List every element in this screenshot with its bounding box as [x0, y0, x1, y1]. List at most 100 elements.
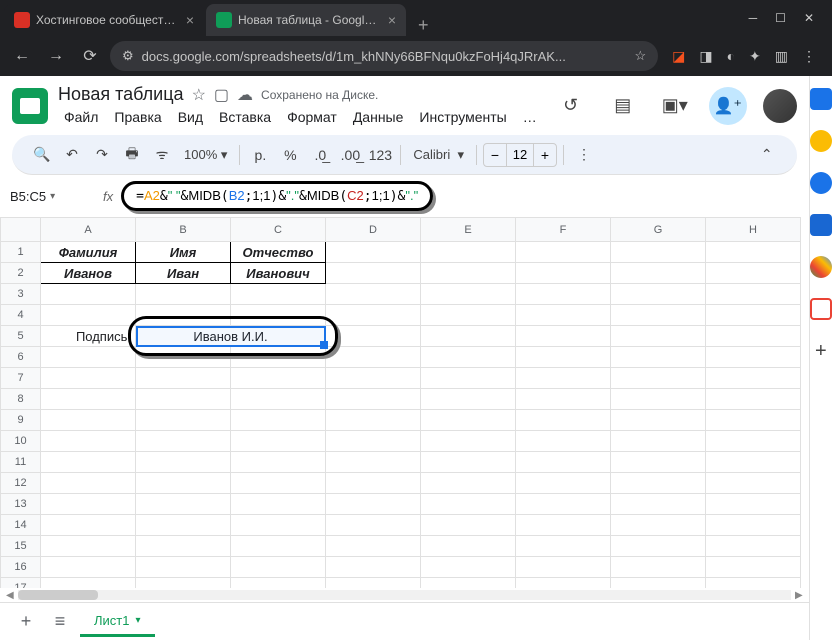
cell-C12[interactable] — [231, 473, 326, 494]
cell-B4[interactable] — [136, 305, 231, 326]
cell-B17[interactable] — [136, 578, 231, 589]
formula-input[interactable]: =A2&" "&MIDB(B2;1;1)&"."&MIDB(C2;1;1)&".… — [121, 181, 433, 211]
cell-D7[interactable] — [326, 368, 421, 389]
cell-F15[interactable] — [516, 536, 611, 557]
cell-B13[interactable] — [136, 494, 231, 515]
cell-A9[interactable] — [41, 410, 136, 431]
font-size-input[interactable]: 12 — [506, 144, 534, 166]
cell-B1[interactable]: Имя — [136, 242, 231, 263]
add-addon-button[interactable]: + — [810, 340, 832, 362]
bookmark-icon[interactable]: ☆ — [634, 48, 646, 64]
cell-E7[interactable] — [421, 368, 516, 389]
zoom-dropdown[interactable]: 100% ▾ — [178, 147, 233, 163]
cell-G7[interactable] — [611, 368, 706, 389]
cell-C16[interactable] — [231, 557, 326, 578]
cell-F8[interactable] — [516, 389, 611, 410]
cell-E3[interactable] — [421, 284, 516, 305]
cell-A12[interactable] — [41, 473, 136, 494]
cell-D16[interactable] — [326, 557, 421, 578]
column-header[interactable]: H — [706, 218, 801, 242]
column-header[interactable]: F — [516, 218, 611, 242]
maps-icon[interactable] — [810, 256, 832, 278]
cell-F14[interactable] — [516, 515, 611, 536]
cell-D1[interactable] — [326, 242, 421, 263]
tab-close-icon[interactable]: × — [186, 12, 194, 28]
menu-more[interactable]: … — [517, 107, 543, 127]
cell-F16[interactable] — [516, 557, 611, 578]
cell-D11[interactable] — [326, 452, 421, 473]
star-icon[interactable]: ☆ — [192, 85, 206, 105]
cell-D14[interactable] — [326, 515, 421, 536]
meet-icon[interactable]: ▣▾ — [657, 88, 693, 124]
cell-H1[interactable] — [706, 242, 801, 263]
column-header[interactable]: G — [611, 218, 706, 242]
cell-C15[interactable] — [231, 536, 326, 557]
move-icon[interactable]: ▢ — [214, 85, 229, 105]
cell-B7[interactable] — [136, 368, 231, 389]
cell-A4[interactable] — [41, 305, 136, 326]
cell-F9[interactable] — [516, 410, 611, 431]
cell-B11[interactable] — [136, 452, 231, 473]
row-header[interactable]: 5 — [1, 326, 41, 347]
cell-A16[interactable] — [41, 557, 136, 578]
cell-B12[interactable] — [136, 473, 231, 494]
cell-E1[interactable] — [421, 242, 516, 263]
reload-button[interactable]: ⟳ — [76, 42, 104, 70]
cell-E2[interactable] — [421, 263, 516, 284]
print-icon[interactable]: 🖶 — [118, 141, 146, 169]
cell-E8[interactable] — [421, 389, 516, 410]
cell-G5[interactable] — [611, 326, 706, 347]
cell-F17[interactable] — [516, 578, 611, 589]
row-header[interactable]: 15 — [1, 536, 41, 557]
cell-H15[interactable] — [706, 536, 801, 557]
cell-H10[interactable] — [706, 431, 801, 452]
scroll-thumb[interactable] — [18, 590, 98, 600]
cell-H7[interactable] — [706, 368, 801, 389]
cell-A7[interactable] — [41, 368, 136, 389]
cell-F5[interactable] — [516, 326, 611, 347]
maximize-button[interactable]: ☐ — [775, 11, 786, 25]
cell-H4[interactable] — [706, 305, 801, 326]
column-header[interactable]: D — [326, 218, 421, 242]
cell-G2[interactable] — [611, 263, 706, 284]
cell-A1[interactable]: Фамилия — [41, 242, 136, 263]
row-header[interactable]: 9 — [1, 410, 41, 431]
row-header[interactable]: 1 — [1, 242, 41, 263]
contacts-icon[interactable] — [810, 214, 832, 236]
cell-C3[interactable] — [231, 284, 326, 305]
cell-E15[interactable] — [421, 536, 516, 557]
site-info-icon[interactable]: ⚙ — [122, 48, 134, 64]
cell-C10[interactable] — [231, 431, 326, 452]
row-header[interactable]: 17 — [1, 578, 41, 589]
extension-icon[interactable]: ◐ — [727, 48, 735, 65]
cell-D17[interactable] — [326, 578, 421, 589]
scroll-right-icon[interactable]: ▶ — [795, 590, 803, 601]
row-header[interactable]: 10 — [1, 431, 41, 452]
font-dropdown[interactable]: Calibri ▾ — [407, 147, 470, 163]
undo-icon[interactable]: ↶ — [58, 141, 86, 169]
cell-D15[interactable] — [326, 536, 421, 557]
cell-G17[interactable] — [611, 578, 706, 589]
cell-A10[interactable] — [41, 431, 136, 452]
cell-G11[interactable] — [611, 452, 706, 473]
cloud-icon[interactable]: ☁ — [237, 85, 253, 105]
cell-D2[interactable] — [326, 263, 421, 284]
cell-A15[interactable] — [41, 536, 136, 557]
cell-D3[interactable] — [326, 284, 421, 305]
cell-B6[interactable] — [136, 347, 231, 368]
cell-H11[interactable] — [706, 452, 801, 473]
cell-H17[interactable] — [706, 578, 801, 589]
search-icon[interactable]: 🔍 — [28, 141, 56, 169]
cell-F3[interactable] — [516, 284, 611, 305]
sheet-tab[interactable]: Лист1▾ — [80, 607, 155, 637]
menu-view[interactable]: Вид — [172, 107, 209, 127]
cell-E10[interactable] — [421, 431, 516, 452]
cell-F12[interactable] — [516, 473, 611, 494]
paint-format-icon[interactable]: ᯤ — [148, 141, 176, 169]
row-header[interactable]: 7 — [1, 368, 41, 389]
cell-B15[interactable] — [136, 536, 231, 557]
side-panel-icon[interactable]: ▥ — [775, 48, 788, 65]
tasks-icon[interactable] — [810, 172, 832, 194]
cell-F11[interactable] — [516, 452, 611, 473]
row-header[interactable]: 6 — [1, 347, 41, 368]
